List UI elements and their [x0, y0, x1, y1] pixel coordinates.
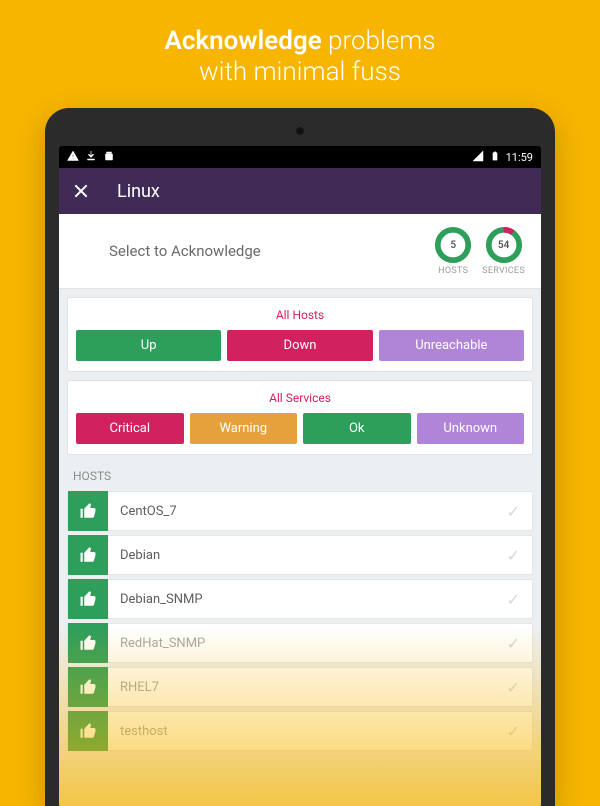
- host-name: CentOS_7: [108, 504, 507, 519]
- thumbs-up-icon: [68, 623, 108, 663]
- debug-icon: [103, 150, 115, 165]
- thumbs-up-icon: [68, 667, 108, 707]
- host-name: RedHat_SNMP: [108, 636, 507, 651]
- tablet-camera: [295, 126, 305, 136]
- check-icon: ✓: [507, 590, 532, 609]
- list-item[interactable]: Debian ✓: [67, 535, 533, 575]
- android-status-bar: 11:59: [59, 146, 541, 168]
- thumbs-up-icon: [68, 579, 108, 619]
- list-item[interactable]: RedHat_SNMP ✓: [67, 623, 533, 663]
- list-item[interactable]: Debian_SNMP ✓: [67, 579, 533, 619]
- filter-critical-button[interactable]: Critical: [76, 413, 184, 444]
- services-filter-caption: All Services: [76, 389, 524, 413]
- hosts-section-label: HOSTS: [59, 461, 541, 487]
- filter-unreachable-button[interactable]: Unreachable: [379, 330, 524, 361]
- host-name: Debian_SNMP: [108, 592, 507, 607]
- hosts-filter-caption: All Hosts: [76, 306, 524, 330]
- host-name: testhost: [108, 724, 507, 739]
- check-icon: ✓: [507, 722, 532, 741]
- check-icon: ✓: [507, 546, 532, 565]
- filter-down-button[interactable]: Down: [227, 330, 372, 361]
- signal-icon: [472, 150, 484, 165]
- filter-warning-button[interactable]: Warning: [190, 413, 298, 444]
- hosts-filter-card: All Hosts Up Down Unreachable: [67, 297, 533, 372]
- filter-unknown-button[interactable]: Unknown: [417, 413, 525, 444]
- warning-icon: [67, 150, 79, 165]
- close-icon[interactable]: [73, 183, 89, 199]
- host-list: CentOS_7 ✓ Debian ✓ Debian_SNMP ✓ RedHat…: [59, 491, 541, 751]
- filter-ok-button[interactable]: Ok: [303, 413, 411, 444]
- filter-up-button[interactable]: Up: [76, 330, 221, 361]
- tablet-frame: 11:59 Linux Select to Acknowledge 5 HOST…: [45, 108, 555, 806]
- hosts-donut[interactable]: 5 HOSTS: [434, 226, 472, 276]
- promo-headline: Acknowledge problems with minimal fuss: [0, 0, 600, 108]
- thumbs-up-icon: [68, 711, 108, 751]
- host-name: RHEL7: [108, 680, 507, 695]
- services-filter-card: All Services Critical Warning Ok Unknown: [67, 380, 533, 455]
- device-screen: 11:59 Linux Select to Acknowledge 5 HOST…: [59, 146, 541, 806]
- acknowledge-header: Select to Acknowledge 5 HOSTS 54: [59, 214, 541, 289]
- select-to-acknowledge-label: Select to Acknowledge: [75, 242, 424, 260]
- thumbs-up-icon: [68, 491, 108, 531]
- content-area: All Hosts Up Down Unreachable All Servic…: [59, 289, 541, 806]
- app-bar: Linux: [59, 168, 541, 214]
- page-title: Linux: [117, 181, 160, 202]
- thumbs-up-icon: [68, 535, 108, 575]
- download-icon: [85, 150, 97, 165]
- check-icon: ✓: [507, 502, 532, 521]
- list-item[interactable]: testhost ✓: [67, 711, 533, 751]
- list-item[interactable]: CentOS_7 ✓: [67, 491, 533, 531]
- services-donut[interactable]: 54 SERVICES: [482, 226, 525, 276]
- check-icon: ✓: [507, 678, 532, 697]
- host-name: Debian: [108, 548, 507, 563]
- clock-text: 11:59: [506, 151, 533, 164]
- battery-icon: [490, 150, 500, 165]
- list-item[interactable]: RHEL7 ✓: [67, 667, 533, 707]
- check-icon: ✓: [507, 634, 532, 653]
